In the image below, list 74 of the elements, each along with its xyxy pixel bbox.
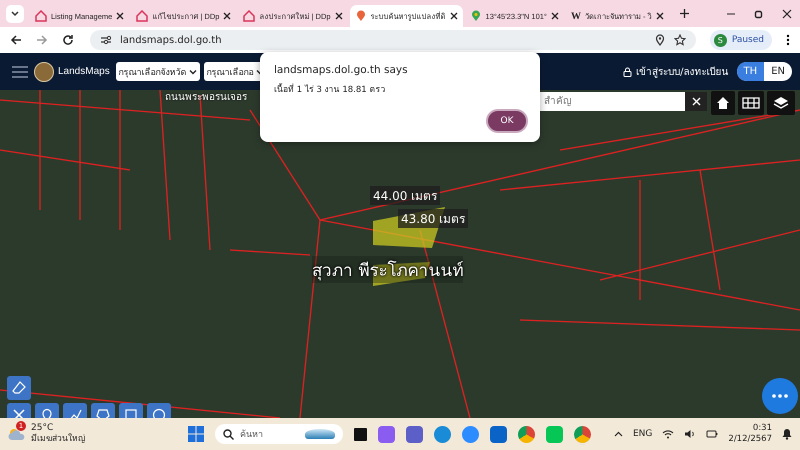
search-highlight-drawing [305, 429, 335, 439]
star-icon[interactable] [674, 34, 686, 46]
layers-icon [773, 96, 789, 110]
login-link[interactable]: เข้าสู่ระบบ/ลงทะเบียน [623, 64, 729, 79]
chevron-up-icon[interactable] [614, 431, 623, 437]
profile-status: Paused [732, 35, 764, 45]
dropdown-select[interactable]: กรุณาเลือกจังหวัด [116, 62, 200, 81]
polygon-icon [96, 408, 110, 418]
emblem-logo [34, 62, 54, 82]
start-icon[interactable] [188, 426, 204, 442]
language-toggle[interactable]: TH [736, 62, 764, 81]
polyline-icon [68, 408, 82, 418]
site-icon: W [570, 10, 581, 22]
clock-date[interactable]: 2/12/2567 [728, 434, 772, 445]
eraser-icon [12, 381, 26, 395]
close-icon[interactable] [334, 12, 343, 20]
input-language[interactable]: ENG [633, 429, 652, 439]
close-icon[interactable] [450, 12, 458, 20]
grid-button[interactable] [738, 91, 764, 115]
close-icon[interactable] [656, 12, 664, 20]
wifi-icon[interactable] [662, 429, 674, 439]
profile-avatar: S [714, 34, 727, 46]
speaker-icon[interactable] [684, 429, 696, 439]
close-icon[interactable] [116, 12, 124, 20]
menu-icon[interactable] [12, 66, 28, 78]
house-icon [35, 10, 47, 22]
map-pin-icon [354, 10, 367, 22]
map-pin-icon [40, 408, 54, 418]
more-options-icon[interactable] [786, 34, 790, 46]
grid-icon [742, 97, 760, 109]
clock-time[interactable]: 0:31 [752, 423, 772, 434]
home-button[interactable] [711, 91, 735, 115]
house-icon [243, 10, 256, 22]
measurement-label: 44.00 เมตร [370, 186, 440, 205]
search-icon [223, 428, 234, 440]
location-icon[interactable] [654, 34, 666, 46]
weather-condition: มีเมฆส่วนใหญ่ [31, 434, 85, 445]
ok-button[interactable]: OK [486, 109, 528, 133]
measurement-label: 43.80 เมตร [398, 209, 468, 228]
taskbar-search-field[interactable]: ค้นหา [215, 424, 343, 444]
eraser-tool[interactable] [7, 376, 31, 400]
chevron-down-icon [10, 8, 20, 18]
close-icon[interactable] [782, 8, 792, 18]
brand-name: LandsMaps [58, 66, 110, 77]
close-icon [692, 97, 700, 106]
cross-icon [12, 408, 26, 418]
tab-list-button[interactable] [6, 4, 24, 22]
more-button[interactable] [762, 378, 798, 414]
language-toggle[interactable]: EN [764, 62, 792, 81]
task-view-icon[interactable] [354, 428, 367, 440]
back-icon[interactable] [10, 34, 22, 46]
restore-icon[interactable] [754, 8, 764, 18]
parcel-owner-label: สุวภา พีระโภคานนท์ [312, 256, 464, 283]
clear-button[interactable] [685, 92, 707, 111]
new-tab-icon[interactable] [678, 8, 690, 19]
map-pin-icon [470, 10, 482, 22]
home-icon [716, 96, 730, 110]
site-settings-icon[interactable] [100, 34, 112, 46]
temperature: 25°C [31, 423, 54, 433]
profile-button[interactable]: S Paused [710, 30, 772, 50]
search-field[interactable]: สำคัญ [540, 92, 685, 111]
layers-button[interactable] [767, 91, 795, 115]
forward-icon[interactable] [36, 34, 48, 46]
more-icon [772, 394, 788, 398]
address-field[interactable]: landsmaps.dol.go.th [90, 30, 696, 50]
chevron-down-icon [188, 68, 197, 76]
close-icon[interactable] [550, 12, 559, 20]
lock-icon [623, 66, 632, 76]
battery-icon[interactable] [706, 429, 718, 439]
dialog-title: landsmaps.dol.go.th says [274, 64, 409, 76]
bell-icon[interactable] [782, 428, 792, 440]
reload-icon[interactable] [62, 34, 74, 46]
house-icon [136, 10, 148, 22]
close-icon[interactable] [223, 12, 232, 20]
